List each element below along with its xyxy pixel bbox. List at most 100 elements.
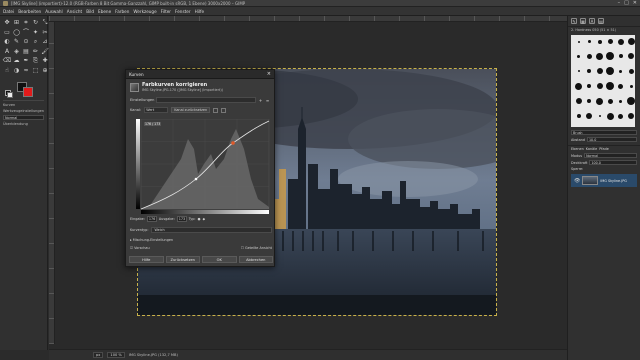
menu-image[interactable]: Bild [86, 9, 94, 14]
menu-help[interactable]: Hilfe [195, 9, 205, 14]
cancel-button[interactable]: Abbrechen [238, 256, 273, 263]
reset-channel-button[interactable]: Kanal zurücksetzen [171, 107, 211, 113]
menu-tools[interactable]: Werkzeuge [133, 9, 156, 14]
close-window-button[interactable]: ✕ [633, 0, 637, 6]
smudge-icon[interactable]: ☝ [3, 67, 11, 75]
zoom-select[interactable]: 100 % [107, 352, 125, 358]
help-button[interactable]: Hilfe [129, 256, 164, 263]
document-icon[interactable]: ▤ [598, 18, 604, 24]
preset-menu-icon[interactable]: ≡ [265, 98, 270, 103]
preview-checkbox[interactable]: ☑ Vorschau [130, 246, 150, 250]
dodge-icon[interactable]: ◑ [13, 67, 21, 75]
curve-point-selected[interactable] [231, 141, 235, 145]
brush-preset[interactable] [627, 52, 636, 61]
default-colors-icon[interactable] [5, 89, 13, 98]
brush-preset[interactable] [585, 37, 594, 46]
brush-preset[interactable] [606, 97, 615, 106]
brush-preset[interactable] [574, 67, 583, 76]
brush-preset[interactable] [595, 97, 604, 106]
ink-icon[interactable]: ✒ [22, 57, 30, 65]
eraser-icon[interactable]: ⌫ [3, 57, 11, 65]
brush-preset[interactable] [627, 67, 636, 76]
brush-preset[interactable] [606, 82, 615, 91]
brush-grid[interactable] [571, 35, 635, 127]
brush-preset[interactable] [627, 82, 636, 91]
heal-icon[interactable]: ✚ [41, 57, 49, 65]
presets-select[interactable] [156, 97, 256, 103]
blend-options-expander[interactable]: ▸ Mischung-Einstellungen [130, 238, 173, 242]
smooth-point-icon[interactable]: ● [198, 217, 201, 221]
brush-preset[interactable] [627, 97, 636, 106]
ellipse-select-icon[interactable]: ◯ [13, 29, 21, 37]
text-icon[interactable]: A [3, 48, 11, 56]
airbrush-icon[interactable]: ☁ [13, 57, 21, 65]
tab-layers[interactable]: Ebenen [571, 147, 584, 151]
visibility-eye-icon[interactable]: 👁 [574, 178, 580, 184]
free-select-icon[interactable]: ⌒ [22, 29, 30, 37]
brush-preset[interactable] [616, 97, 625, 106]
font-icon[interactable]: A [589, 18, 595, 24]
scissors-icon[interactable]: ✂ [41, 29, 49, 37]
handle-transform-icon[interactable]: ⊕ [41, 67, 49, 75]
bucket-fill-icon[interactable]: ◈ [13, 48, 21, 56]
brush-preset[interactable] [595, 67, 604, 76]
scale-icon[interactable]: ⤡ [41, 19, 49, 27]
brush-preset[interactable] [574, 82, 583, 91]
brush-preset[interactable] [627, 112, 636, 121]
brush-preset[interactable] [585, 112, 594, 121]
brush-preset[interactable] [616, 67, 625, 76]
ok-button[interactable]: OK [202, 256, 237, 263]
layer-item[interactable]: 👁 IMG Skyline.JPG [571, 174, 637, 187]
menu-colors[interactable]: Farben [115, 9, 129, 14]
vertical-ruler[interactable] [49, 22, 55, 344]
menu-file[interactable]: Datei [3, 9, 14, 14]
move-icon[interactable]: ✥ [3, 19, 11, 27]
spacing-field[interactable]: 10.0 [586, 137, 637, 142]
layer-mode-select[interactable]: Normal [584, 153, 637, 158]
dialog-titlebar[interactable]: Kurven × [126, 70, 274, 79]
color-picker-icon[interactable]: ⊙ [22, 38, 30, 46]
curve-type-select[interactable]: Weich [151, 227, 272, 233]
log-histogram-icon[interactable] [221, 107, 227, 113]
brush-icon[interactable]: ✎ [571, 18, 577, 24]
output-field[interactable]: 173 [176, 216, 187, 222]
brush-preset[interactable] [574, 37, 583, 46]
brush-preset[interactable] [616, 82, 625, 91]
dialog-close-icon[interactable]: × [267, 71, 271, 77]
input-field[interactable]: 176 [146, 216, 157, 222]
pencil-icon[interactable]: ✏ [32, 48, 40, 56]
brush-preset[interactable] [616, 37, 625, 46]
corner-point-icon[interactable]: ◆ [203, 217, 206, 221]
brush-preset[interactable] [595, 82, 604, 91]
horizontal-ruler[interactable] [49, 16, 567, 22]
unit-select[interactable]: px [93, 352, 104, 358]
clone-icon[interactable]: ⎘ [32, 57, 40, 65]
brush-preset[interactable] [585, 97, 594, 106]
brush-preset[interactable] [595, 112, 604, 121]
background-color[interactable] [23, 86, 33, 97]
brush-preset[interactable] [585, 67, 594, 76]
brush-preset[interactable] [606, 52, 615, 61]
menu-filters[interactable]: Filter [161, 9, 171, 14]
gradient-icon[interactable]: ▤ [22, 48, 30, 56]
menu-edit[interactable]: Bearbeiten [18, 9, 41, 14]
foreground-select-icon[interactable]: ◐ [3, 38, 11, 46]
curve-editor[interactable]: 176 / 173 [136, 118, 270, 277]
opacity-field[interactable]: 100.0 [589, 160, 637, 165]
maximize-button[interactable]: □ [624, 0, 629, 6]
brush-preset[interactable] [574, 97, 583, 106]
brush-preset[interactable] [574, 52, 583, 61]
channel-select[interactable]: Wert [144, 107, 169, 113]
menu-view[interactable]: Ansicht [67, 9, 82, 14]
brush-preset[interactable] [574, 112, 583, 121]
paths-icon[interactable]: ✎ [13, 38, 21, 46]
brush-preset[interactable] [595, 37, 604, 46]
split-view-checkbox[interactable]: ☐ Geteilte Ansicht [241, 246, 272, 250]
menu-layer[interactable]: Ebene [98, 9, 111, 14]
brush-preset[interactable] [616, 52, 625, 61]
mode-select[interactable]: Normal [3, 114, 44, 120]
tool-options-row[interactable]: Überblendung [3, 122, 44, 126]
fuzzy-select-icon[interactable]: ✦ [32, 29, 40, 37]
brush-preset[interactable] [606, 37, 615, 46]
brush-preset[interactable] [585, 52, 594, 61]
